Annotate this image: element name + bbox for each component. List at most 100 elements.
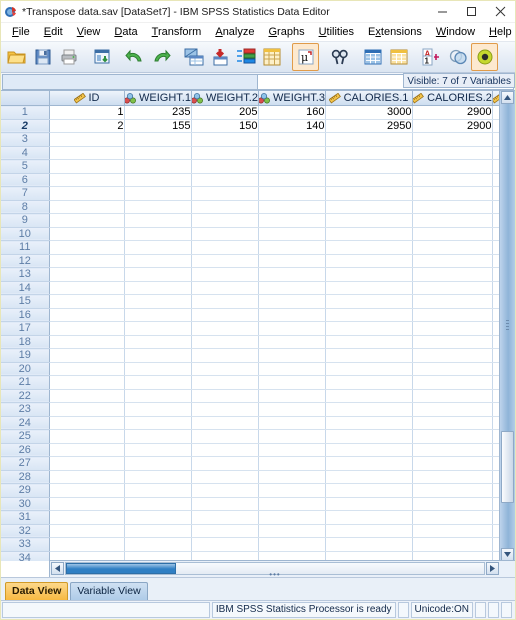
goto-variable-icon[interactable] xyxy=(207,44,232,70)
menu-file[interactable]: File xyxy=(5,25,37,39)
cell[interactable] xyxy=(124,362,191,376)
cell[interactable] xyxy=(325,308,412,322)
cell[interactable] xyxy=(191,322,258,336)
row-header[interactable]: 31 xyxy=(1,511,49,525)
table-row[interactable]: 11 xyxy=(1,241,500,255)
row-header[interactable]: 22 xyxy=(1,389,49,403)
cell[interactable] xyxy=(258,173,325,187)
cell[interactable] xyxy=(191,187,258,201)
menu-utilities[interactable]: Utilities xyxy=(312,25,361,39)
column-header-weight-1[interactable]: WEIGHT.1 xyxy=(124,91,191,106)
close-button[interactable] xyxy=(486,1,515,22)
cell[interactable] xyxy=(258,160,325,174)
row-header[interactable]: 12 xyxy=(1,254,49,268)
cell[interactable] xyxy=(124,173,191,187)
cell[interactable] xyxy=(49,538,124,552)
cell[interactable]: 140 xyxy=(258,119,325,133)
find-icon[interactable] xyxy=(327,44,352,70)
cell[interactable] xyxy=(124,524,191,538)
cell[interactable] xyxy=(191,524,258,538)
cell[interactable] xyxy=(124,497,191,511)
table-row[interactable]: 16 xyxy=(1,308,500,322)
cell[interactable] xyxy=(258,349,325,363)
cell[interactable] xyxy=(412,403,492,417)
table-row[interactable]: 20 xyxy=(1,362,500,376)
cell[interactable] xyxy=(49,335,124,349)
cell[interactable] xyxy=(191,241,258,255)
cell[interactable] xyxy=(412,322,492,336)
menu-transform[interactable]: Transform xyxy=(145,25,209,39)
cell[interactable] xyxy=(412,416,492,430)
cell[interactable] xyxy=(325,146,412,160)
cell[interactable] xyxy=(124,470,191,484)
table-row[interactable]: 33 xyxy=(1,538,500,552)
cell[interactable] xyxy=(325,268,412,282)
cell[interactable] xyxy=(258,524,325,538)
table-row[interactable]: 14 xyxy=(1,281,500,295)
cell[interactable] xyxy=(124,295,191,309)
cell[interactable] xyxy=(49,173,124,187)
table-row[interactable]: 4 xyxy=(1,146,500,160)
cell[interactable] xyxy=(191,457,258,471)
cell[interactable] xyxy=(412,538,492,552)
undo-icon[interactable] xyxy=(122,44,147,70)
cell[interactable] xyxy=(258,376,325,390)
cell[interactable] xyxy=(191,308,258,322)
cell[interactable] xyxy=(258,403,325,417)
cell[interactable] xyxy=(412,349,492,363)
row-header[interactable]: 5 xyxy=(1,160,49,174)
cell[interactable] xyxy=(258,430,325,444)
cell[interactable] xyxy=(412,214,492,228)
cell[interactable] xyxy=(258,443,325,457)
weight-cases-icon[interactable]: μ xyxy=(292,43,319,71)
row-header[interactable]: 1 xyxy=(1,106,49,120)
cell[interactable] xyxy=(258,295,325,309)
cell[interactable] xyxy=(49,457,124,471)
goto-case-icon[interactable] xyxy=(181,44,206,70)
cell[interactable] xyxy=(258,146,325,160)
cell[interactable] xyxy=(325,416,412,430)
split-file-icon[interactable]: A 1 xyxy=(419,44,444,70)
table-row[interactable]: 8 xyxy=(1,200,500,214)
cell[interactable] xyxy=(124,227,191,241)
cell[interactable] xyxy=(258,416,325,430)
row-header[interactable]: 32 xyxy=(1,524,49,538)
cell[interactable] xyxy=(412,133,492,147)
cell[interactable] xyxy=(49,511,124,525)
row-header[interactable]: 4 xyxy=(1,146,49,160)
cell[interactable] xyxy=(412,484,492,498)
cell[interactable] xyxy=(258,362,325,376)
cell[interactable] xyxy=(325,389,412,403)
table-row[interactable]: 10 xyxy=(1,227,500,241)
row-header[interactable]: 16 xyxy=(1,308,49,322)
cell[interactable] xyxy=(412,200,492,214)
cell[interactable] xyxy=(258,268,325,282)
row-header[interactable]: 8 xyxy=(1,200,49,214)
cell[interactable] xyxy=(325,349,412,363)
cell[interactable] xyxy=(191,538,258,552)
cell[interactable] xyxy=(412,389,492,403)
cell[interactable] xyxy=(258,470,325,484)
cell[interactable] xyxy=(191,443,258,457)
cell[interactable] xyxy=(191,497,258,511)
menu-view[interactable]: View xyxy=(70,25,108,39)
cell[interactable] xyxy=(412,187,492,201)
row-header[interactable]: 15 xyxy=(1,295,49,309)
cell[interactable] xyxy=(49,470,124,484)
cell[interactable] xyxy=(412,443,492,457)
table-row[interactable]: 5 xyxy=(1,160,500,174)
cell[interactable] xyxy=(191,403,258,417)
cell[interactable] xyxy=(412,254,492,268)
table-row[interactable]: 21 xyxy=(1,376,500,390)
select-all-corner[interactable] xyxy=(1,91,49,106)
cell[interactable] xyxy=(412,430,492,444)
cell[interactable] xyxy=(124,133,191,147)
cell[interactable] xyxy=(191,430,258,444)
row-header[interactable]: 34 xyxy=(1,551,49,561)
cell[interactable] xyxy=(325,173,412,187)
cell[interactable] xyxy=(49,349,124,363)
cell[interactable] xyxy=(124,457,191,471)
cell[interactable] xyxy=(191,133,258,147)
cell[interactable] xyxy=(258,214,325,228)
row-header[interactable]: 2 xyxy=(1,119,49,133)
